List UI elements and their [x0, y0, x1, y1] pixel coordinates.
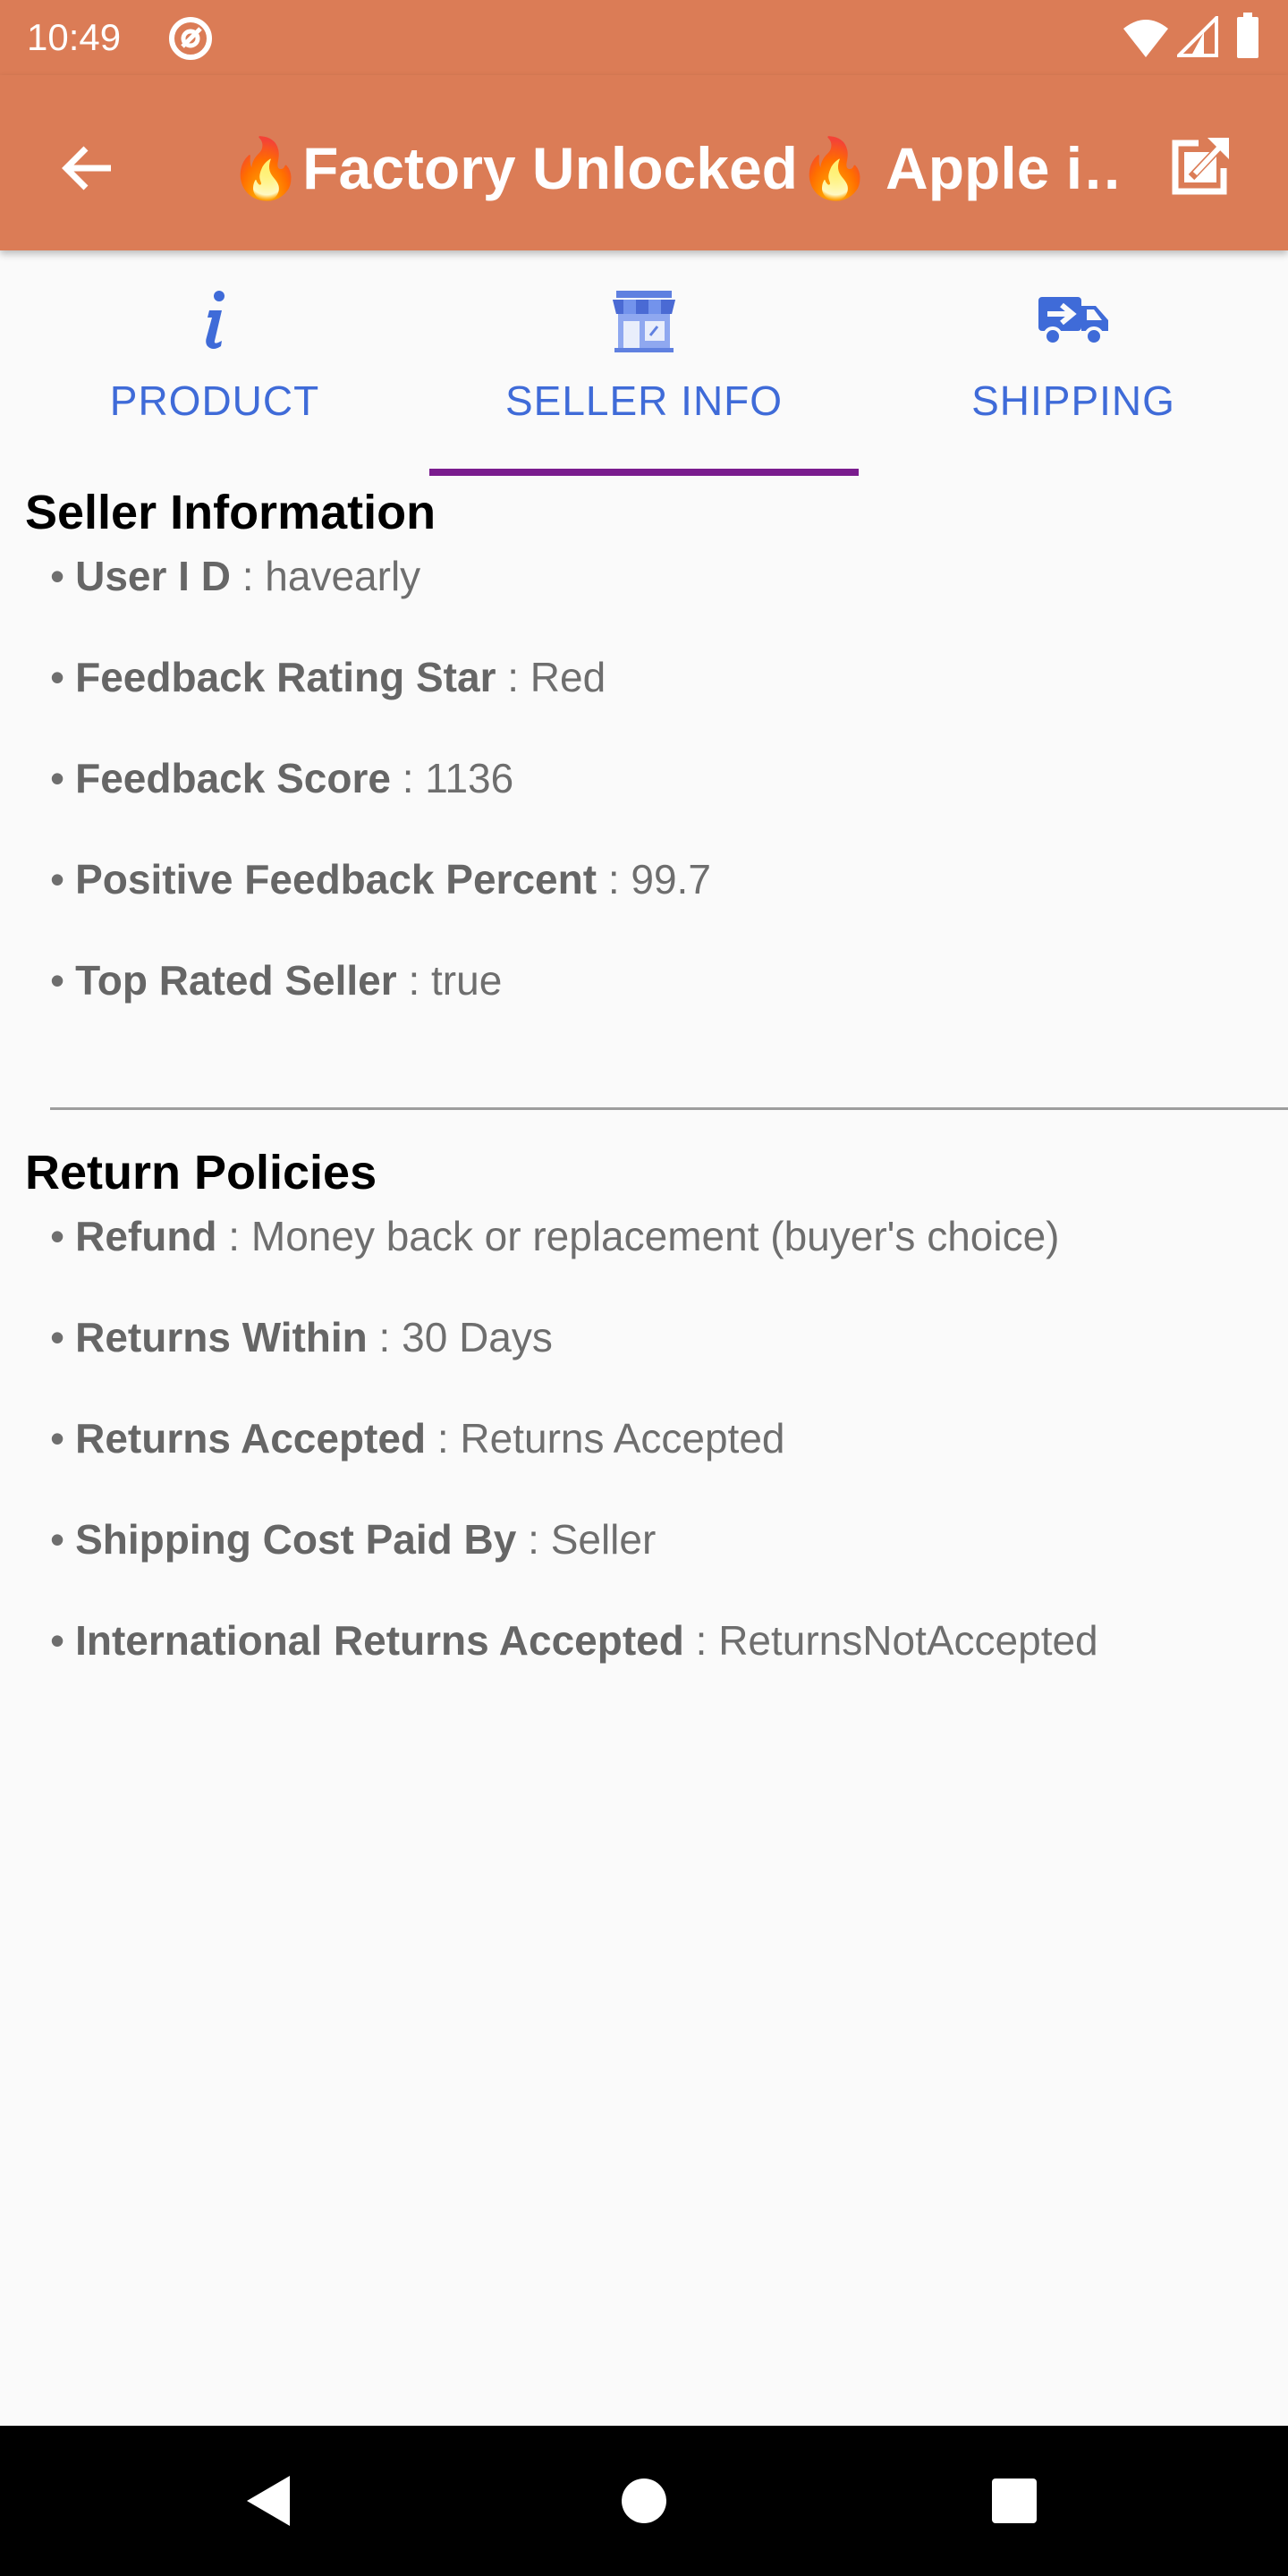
item-value: : Seller — [516, 1516, 657, 1563]
list-item: • Shipping Cost Paid By : Seller — [50, 1513, 656, 1566]
selected-tab-indicator — [429, 469, 859, 476]
list-item: • Returns Accepted : Returns Accepted — [50, 1411, 785, 1465]
bullet: • — [50, 553, 65, 599]
item-key: Feedback Rating Star — [75, 654, 496, 700]
nav-back-button[interactable] — [236, 2469, 301, 2533]
tab-label: SELLER INFO — [504, 377, 784, 424]
battery-icon — [1237, 13, 1258, 58]
info-icon — [177, 283, 252, 358]
bullet: • — [50, 1617, 65, 1664]
bullet: • — [50, 1415, 65, 1462]
bullet: • — [50, 957, 65, 1004]
list-item: • User I D : havearly — [50, 549, 420, 603]
seller-information-title: Seller Information — [25, 486, 436, 539]
wifi-icon — [1123, 20, 1168, 57]
tab-label: PRODUCT — [109, 377, 320, 424]
store-icon — [606, 283, 682, 358]
app-bar: 🔥Factory Unlocked🔥 Apple i… — [0, 75, 1288, 250]
item-key: Positive Feedback Percent — [75, 856, 597, 902]
bullet: • — [50, 856, 65, 902]
truck-icon — [1036, 283, 1111, 358]
list-item: • Feedback Rating Star : Red — [50, 650, 606, 704]
arrow-back-icon — [62, 146, 111, 191]
item-key: Refund — [75, 1213, 217, 1259]
triangle-back-icon — [247, 2476, 290, 2526]
item-value: : Red — [496, 654, 606, 700]
tab-seller-info[interactable]: SELLER INFO — [429, 250, 859, 476]
list-item: • Refund : Money back or replacement (buy… — [50, 1209, 1060, 1263]
item-value: : 1136 — [390, 755, 514, 801]
tab-bar: PRODUCT SELLER INFO SHIPPING — [0, 250, 1288, 476]
list-item: • International Returns Accepted : Return… — [50, 1614, 1098, 1667]
signal-icon — [1177, 16, 1218, 57]
item-value: : ReturnsNotAccepted — [683, 1617, 1098, 1664]
item-key: Returns Within — [75, 1314, 368, 1360]
item-value: : 30 Days — [367, 1314, 553, 1360]
status-bar: 10:49 — [0, 0, 1288, 75]
at-sign-icon — [169, 17, 212, 60]
item-value: : true — [396, 957, 503, 1004]
list-item: • Top Rated Seller : true — [50, 953, 502, 1007]
tab-label: SHIPPING — [971, 377, 1175, 424]
divider — [50, 1107, 1288, 1110]
page-title: 🔥Factory Unlocked🔥 Apple i… — [229, 135, 1123, 201]
item-value: : havearly — [230, 553, 421, 599]
square-recents-icon — [992, 2479, 1037, 2523]
bullet: • — [50, 1314, 65, 1360]
tab-product[interactable]: PRODUCT — [0, 250, 429, 476]
item-value: : 99.7 — [597, 856, 711, 902]
back-button[interactable] — [52, 132, 123, 204]
item-value: : Money back or replacement (buyer's cho… — [216, 1213, 1060, 1259]
item-key: Shipping Cost Paid By — [75, 1516, 517, 1563]
open-external-icon — [1172, 138, 1229, 195]
system-nav-bar — [0, 2426, 1288, 2576]
bullet: • — [50, 1213, 65, 1259]
item-key: International Returns Accepted — [75, 1617, 684, 1664]
circle-home-icon — [622, 2479, 666, 2523]
bullet: • — [50, 755, 65, 801]
bullet: • — [50, 1516, 65, 1563]
item-value: : Returns Accepted — [426, 1415, 785, 1462]
item-key: Top Rated Seller — [75, 957, 397, 1004]
bullet: • — [50, 654, 65, 700]
nav-recents-button[interactable] — [982, 2469, 1046, 2533]
list-item: • Returns Within : 30 Days — [50, 1310, 553, 1364]
list-item: • Feedback Score : 1136 — [50, 751, 513, 805]
item-key: User I D — [75, 553, 231, 599]
open-external-button[interactable] — [1163, 129, 1238, 204]
item-key: Returns Accepted — [75, 1415, 427, 1462]
list-item: • Positive Feedback Percent : 99.7 — [50, 852, 711, 906]
return-policies-title: Return Policies — [25, 1146, 377, 1199]
status-time: 10:49 — [27, 16, 122, 58]
nav-home-button[interactable] — [612, 2469, 676, 2533]
tab-shipping[interactable]: SHIPPING — [859, 250, 1288, 476]
item-key: Feedback Score — [75, 755, 391, 801]
